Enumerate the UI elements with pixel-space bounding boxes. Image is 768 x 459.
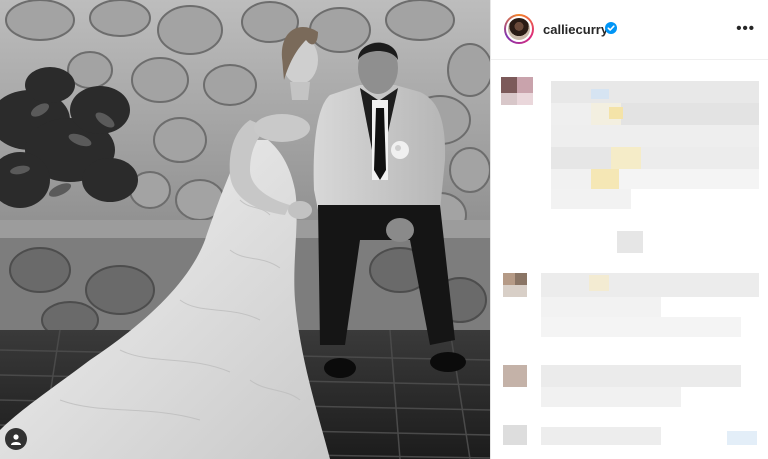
comments-section-pixelated — [491, 61, 768, 459]
wedding-photo-image — [0, 0, 490, 459]
post-photo[interactable] — [0, 0, 490, 459]
avatar-image — [506, 16, 532, 42]
post-side-panel: calliecurry ••• — [490, 0, 768, 459]
post-header: calliecurry ••• — [491, 0, 768, 60]
username-link[interactable]: calliecurry — [543, 22, 608, 37]
user-tag-button[interactable] — [5, 428, 27, 450]
user-tag-icon — [11, 434, 21, 445]
avatar[interactable] — [504, 14, 534, 44]
verified-badge-icon — [605, 22, 617, 34]
more-options-button[interactable]: ••• — [736, 20, 755, 37]
